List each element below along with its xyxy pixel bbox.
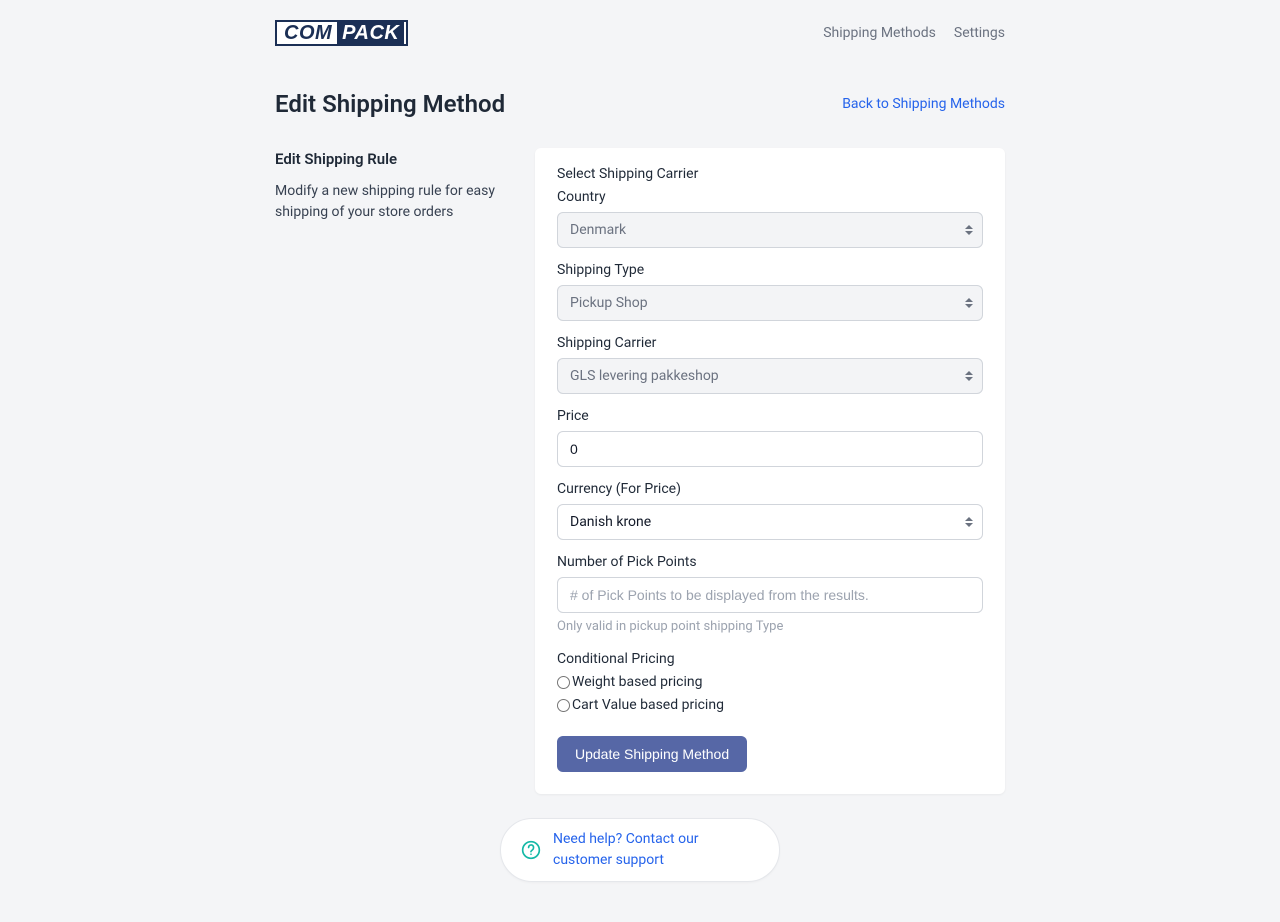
- sidebar: Edit Shipping Rule Modify a new shipping…: [275, 148, 505, 223]
- brand-segment-a: COM: [279, 22, 337, 44]
- country-select[interactable]: Denmark: [557, 212, 983, 248]
- currency-label: Currency (For Price): [557, 479, 983, 500]
- shipping-carrier-value: GLS levering pakkeshop: [570, 366, 719, 387]
- sidebar-description: Modify a new shipping rule for easy ship…: [275, 181, 505, 223]
- shipping-type-label: Shipping Type: [557, 260, 983, 281]
- currency-value: Danish krone: [570, 512, 651, 533]
- weight-pricing-label: Weight based pricing: [572, 672, 703, 693]
- help-pill[interactable]: Need help? Contact our customer support: [500, 818, 780, 882]
- pick-points-label: Number of Pick Points: [557, 552, 983, 573]
- sidebar-title: Edit Shipping Rule: [275, 148, 505, 171]
- brand-logo: COM PACK: [275, 20, 408, 46]
- cart-value-pricing-label: Cart Value based pricing: [572, 695, 724, 716]
- cart-value-pricing-radio[interactable]: [557, 699, 570, 712]
- country-value: Denmark: [570, 220, 626, 241]
- update-shipping-method-button[interactable]: Update Shipping Method: [557, 736, 747, 772]
- page-title: Edit Shipping Method: [275, 86, 505, 122]
- shipping-carrier-select[interactable]: GLS levering pakkeshop: [557, 358, 983, 394]
- nav-settings[interactable]: Settings: [954, 23, 1005, 44]
- pick-points-input[interactable]: [557, 577, 983, 613]
- currency-select[interactable]: Danish krone: [557, 504, 983, 540]
- shipping-carrier-label: Shipping Carrier: [557, 333, 983, 354]
- price-input[interactable]: [557, 431, 983, 467]
- brand-segment-b: PACK: [337, 22, 404, 44]
- shipping-type-value: Pickup Shop: [570, 293, 648, 314]
- form-card: Select Shipping Carrier Country Denmark …: [535, 148, 1005, 794]
- price-label: Price: [557, 406, 983, 427]
- nav-shipping-methods[interactable]: Shipping Methods: [823, 23, 936, 44]
- help-icon: [521, 838, 541, 862]
- section-label: Select Shipping Carrier: [557, 164, 983, 185]
- top-nav: Shipping Methods Settings: [823, 23, 1005, 44]
- titlebar: Edit Shipping Method Back to Shipping Me…: [275, 86, 1005, 122]
- weight-pricing-radio[interactable]: [557, 676, 570, 689]
- conditional-pricing-title: Conditional Pricing: [557, 649, 983, 670]
- help-text: Need help? Contact our customer support: [553, 829, 759, 871]
- cart-value-pricing-option[interactable]: Cart Value based pricing: [557, 695, 983, 716]
- pick-points-hint: Only valid in pickup point shipping Type: [557, 617, 983, 637]
- shipping-type-select[interactable]: Pickup Shop: [557, 285, 983, 321]
- back-to-shipping-methods-link[interactable]: Back to Shipping Methods: [842, 94, 1005, 115]
- country-label: Country: [557, 187, 983, 208]
- weight-pricing-option[interactable]: Weight based pricing: [557, 672, 983, 693]
- header: COM PACK Shipping Methods Settings: [275, 20, 1005, 46]
